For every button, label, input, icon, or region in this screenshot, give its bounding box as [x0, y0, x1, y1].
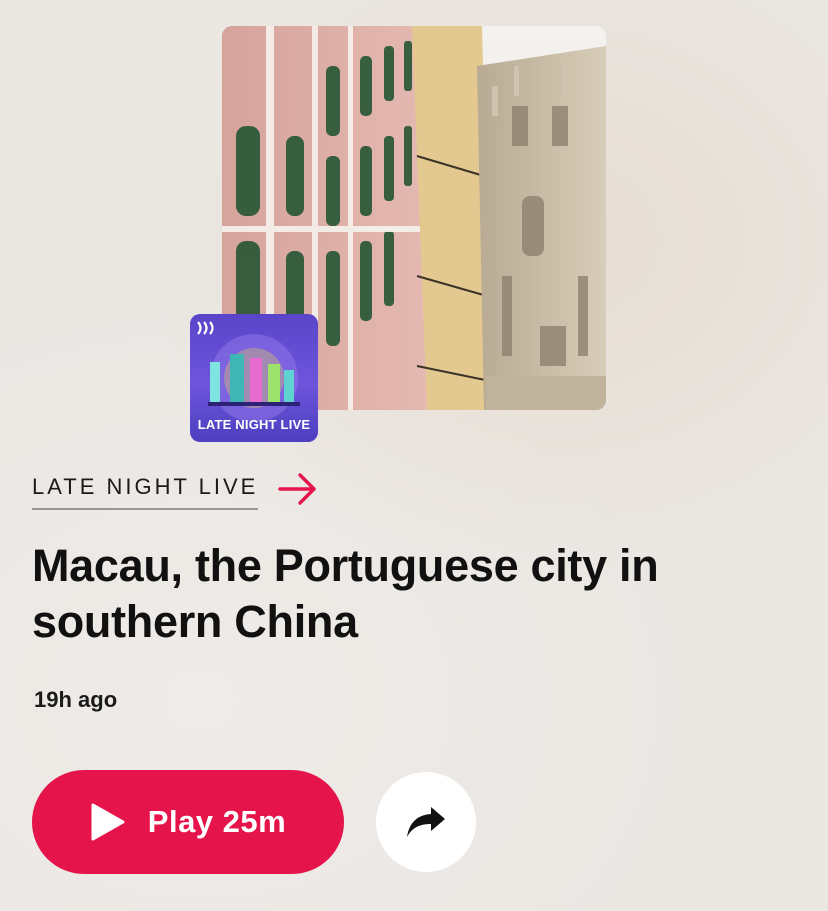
arrow-right-icon [278, 473, 317, 505]
thumbnail-label: LATE NIGHT LIVE [197, 417, 311, 432]
play-icon [91, 803, 125, 841]
share-icon [407, 807, 445, 837]
program-name: LATE NIGHT LIVE [32, 474, 259, 510]
published-time: 19h ago [34, 687, 118, 712]
episode-title: Macau, the Portuguese city in southern C… [32, 540, 659, 647]
program-link[interactable]: LATE NIGHT LIVE [32, 473, 318, 510]
play-button[interactable]: Play 25m [32, 770, 344, 874]
program-thumbnail[interactable]: LATE NIGHT LIVE [190, 314, 318, 442]
abc-logo-icon [197, 321, 214, 335]
share-button[interactable] [376, 772, 476, 872]
episode-page: LATE NIGHT LIVE LATE NIGHT LIVE Macau, t… [0, 0, 828, 911]
play-label: Play 25m [147, 804, 287, 839]
